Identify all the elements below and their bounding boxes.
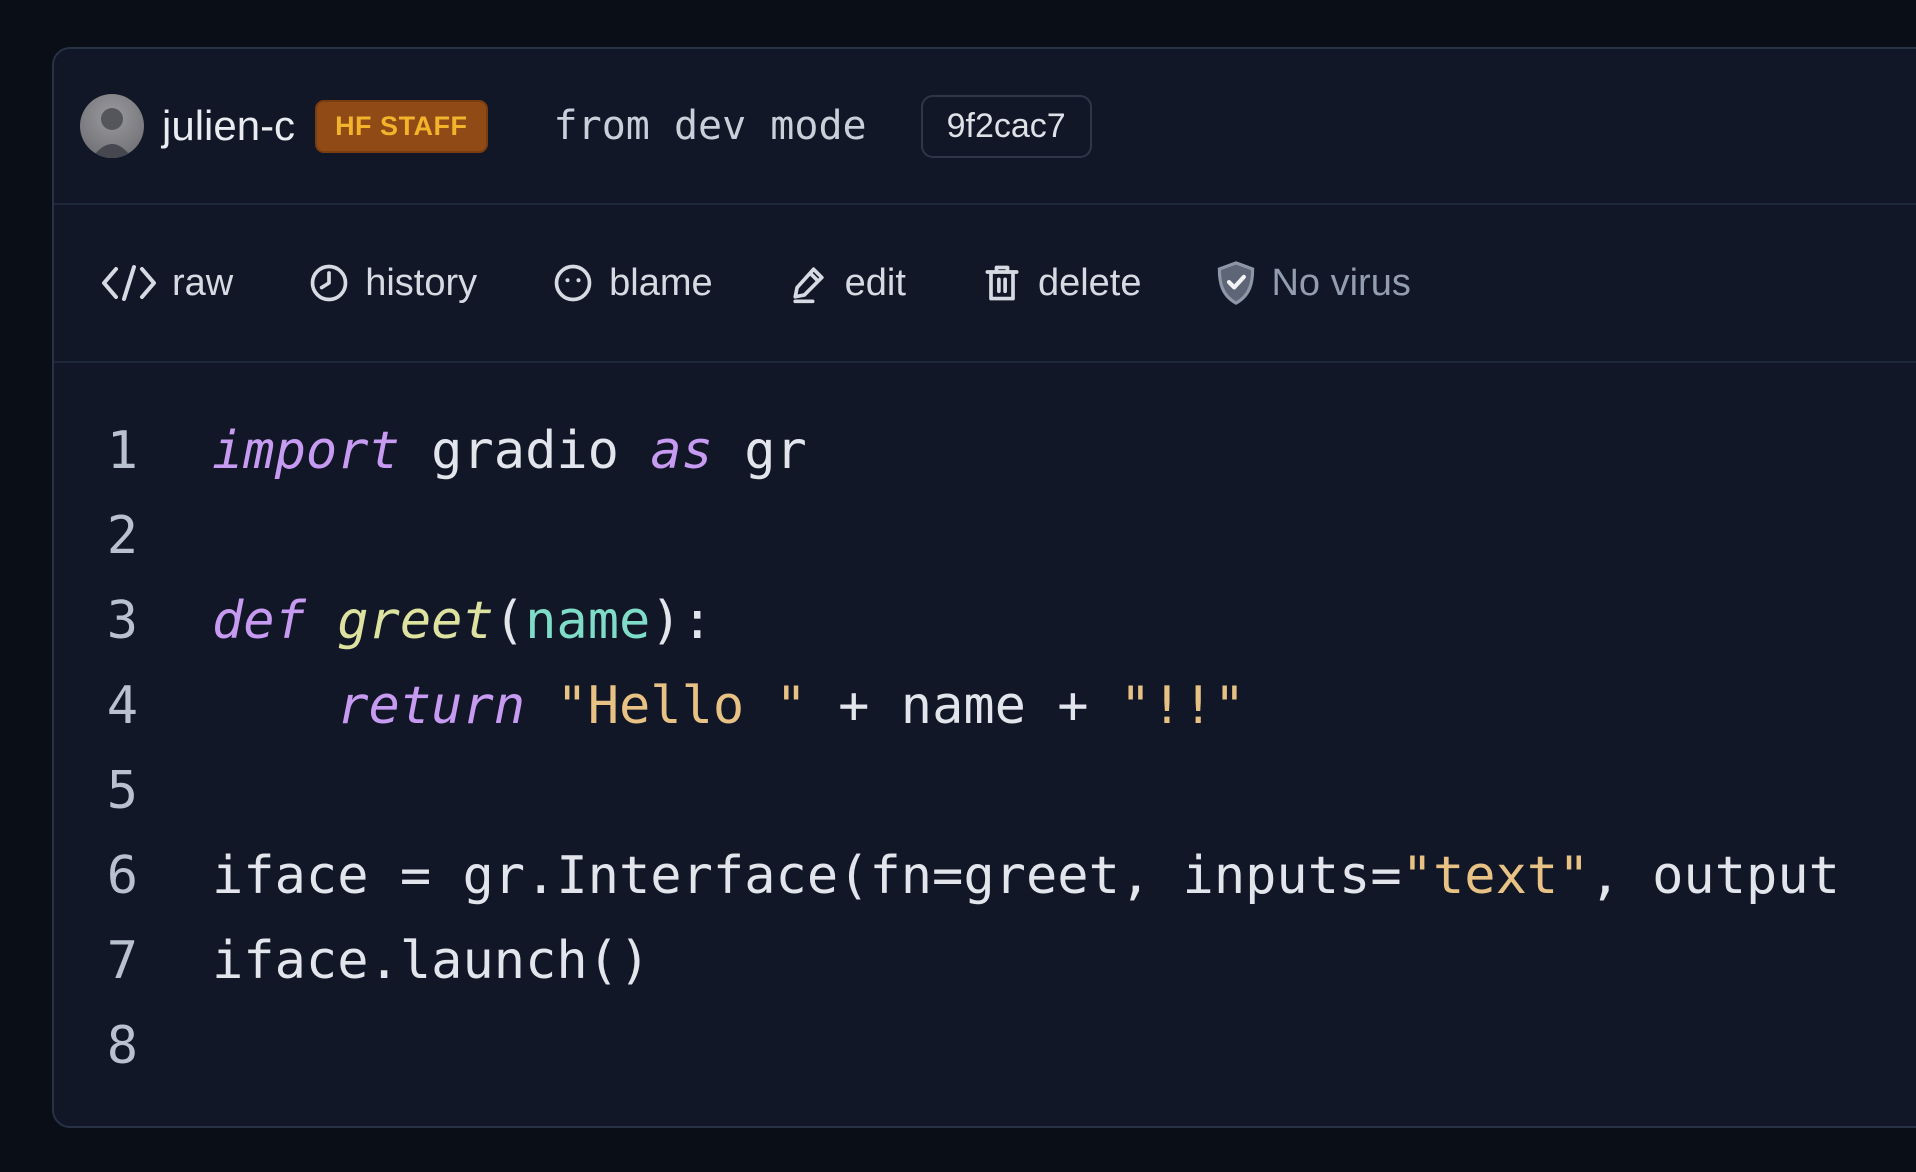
- code-icon: [100, 261, 158, 305]
- shield-check-icon: [1215, 260, 1257, 306]
- code-token: return: [337, 676, 525, 736]
- code-line-text: iface = gr.Interface(fn=greet, inputs="t…: [212, 834, 1840, 919]
- line-number[interactable]: 4: [54, 664, 138, 749]
- line-number[interactable]: 2: [54, 494, 138, 579]
- code-line-text: import gradio as gr: [212, 409, 807, 494]
- line-number[interactable]: 8: [54, 1004, 138, 1089]
- avatar-image: [80, 94, 144, 158]
- line-number[interactable]: 3: [54, 579, 138, 664]
- code-token: iface = gr.Interface(fn=greet, inputs=: [212, 846, 1402, 906]
- code-token: "text": [1402, 846, 1590, 906]
- pencil-icon: [787, 261, 831, 305]
- history-button[interactable]: history: [307, 261, 477, 305]
- code-line: 6 iface = gr.Interface(fn=greet, inputs="…: [54, 834, 1916, 919]
- commit-header: julien-c HF STAFF from dev mode 9f2cac7: [54, 49, 1916, 205]
- virus-status-label: No virus: [1271, 262, 1410, 305]
- history-label: history: [365, 262, 477, 305]
- delete-button[interactable]: delete: [980, 261, 1142, 305]
- code-line: 5: [54, 749, 1916, 834]
- code-token: [306, 591, 337, 651]
- username-link[interactable]: julien-c: [162, 102, 295, 150]
- code-token: gr: [713, 421, 807, 481]
- code-line: 1 import gradio as gr: [54, 409, 1916, 494]
- blame-label: blame: [609, 262, 713, 305]
- code-line-text: def greet(name):: [212, 579, 713, 664]
- code-line: 7 iface.launch(): [54, 919, 1916, 1004]
- code-token: "Hello ": [556, 676, 806, 736]
- edit-label: edit: [845, 262, 906, 305]
- avatar[interactable]: [80, 94, 144, 158]
- commit-hash-chip[interactable]: 9f2cac7: [921, 95, 1092, 158]
- code-token: + name +: [807, 676, 1120, 736]
- code-token: (: [494, 591, 525, 651]
- line-number[interactable]: 1: [54, 409, 138, 494]
- code-viewer: 1import gradio as gr23def greet(name):4 …: [54, 363, 1916, 1089]
- line-number[interactable]: 7: [54, 919, 138, 1004]
- line-number[interactable]: 5: [54, 749, 138, 834]
- code-token: gradio: [400, 421, 650, 481]
- code-line-text: return "Hello " + name + "!!": [212, 664, 1245, 749]
- code-line: 4 return "Hello " + name + "!!": [54, 664, 1916, 749]
- file-viewer-card: julien-c HF STAFF from dev mode 9f2cac7 …: [52, 47, 1916, 1128]
- code-token: , output: [1590, 846, 1840, 906]
- code-line: 3 def greet(name):: [54, 579, 1916, 664]
- edit-button[interactable]: edit: [787, 261, 906, 305]
- virus-scan-status: No virus: [1215, 260, 1410, 306]
- raw-label: raw: [172, 262, 233, 305]
- code-token: greet: [337, 591, 494, 651]
- delete-label: delete: [1038, 262, 1142, 305]
- face-icon: [551, 261, 595, 305]
- code-token: iface.launch(): [212, 931, 650, 991]
- hf-staff-badge: HF STAFF: [315, 100, 487, 153]
- commit-message[interactable]: from dev mode: [554, 103, 867, 149]
- code-token: [212, 676, 337, 736]
- blame-button[interactable]: blame: [551, 261, 713, 305]
- file-toolbar: raw history blame: [54, 205, 1916, 363]
- code-line: 2: [54, 494, 1916, 579]
- code-token: as: [650, 421, 713, 481]
- code-token: ):: [650, 591, 713, 651]
- code-token: [525, 676, 556, 736]
- trash-icon: [980, 261, 1024, 305]
- line-number[interactable]: 6: [54, 834, 138, 919]
- code-token: name: [525, 591, 650, 651]
- code-token: import: [212, 421, 400, 481]
- code-line: 8: [54, 1004, 1916, 1089]
- code-line-text: iface.launch(): [212, 919, 650, 1004]
- code-token: "!!": [1120, 676, 1245, 736]
- clock-icon: [307, 261, 351, 305]
- raw-button[interactable]: raw: [100, 261, 233, 305]
- code-token: def: [212, 591, 306, 651]
